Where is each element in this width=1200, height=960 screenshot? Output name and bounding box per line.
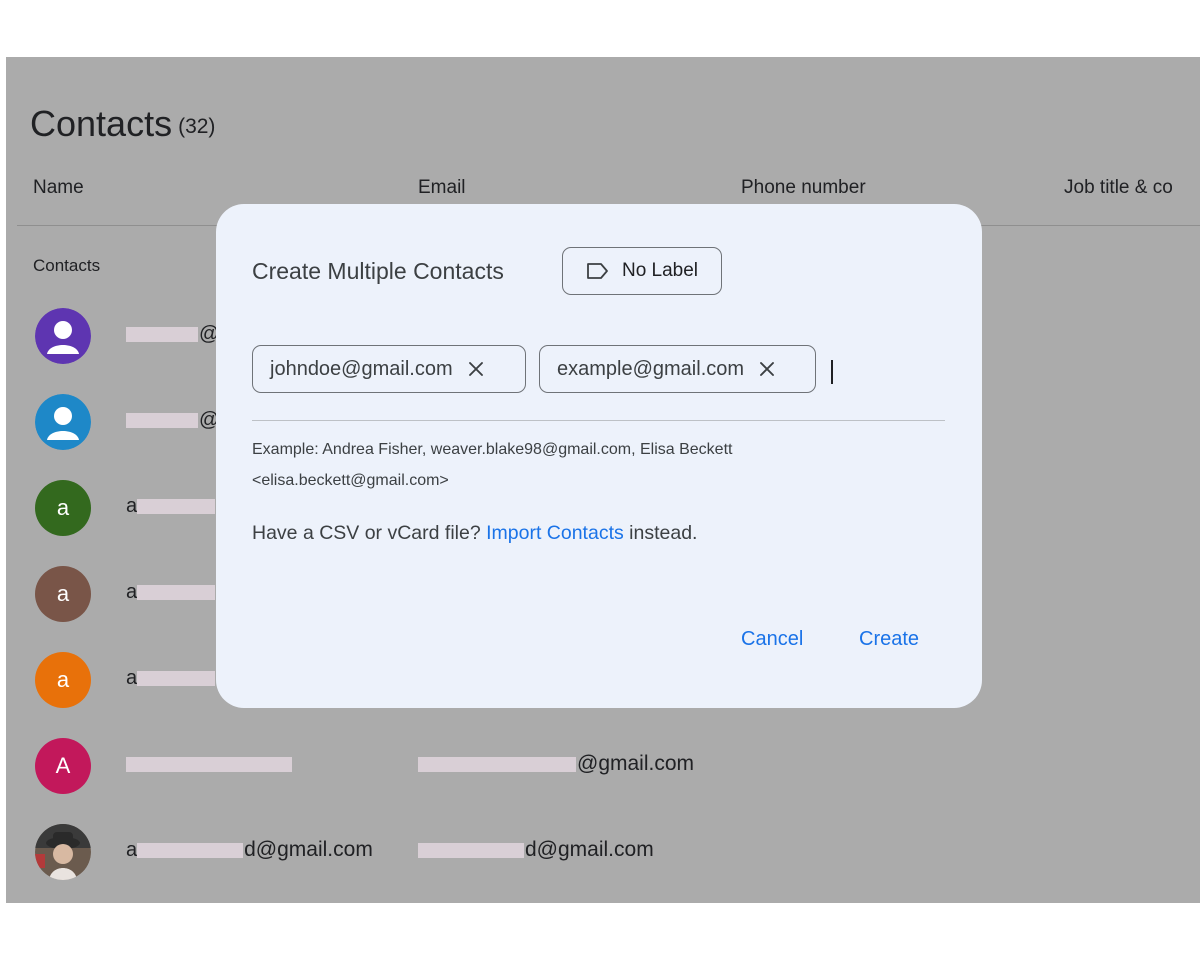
contact-row[interactable]: A @gmail.com: [6, 738, 1200, 798]
import-hint-suffix: instead.: [629, 522, 698, 544]
contact-email-domain: @gmail.com: [577, 752, 695, 775]
example-hint: Example: Andrea Fisher, weaver.blake98@g…: [252, 441, 733, 489]
label-select-button[interactable]: No Label: [562, 247, 722, 295]
contact-name: a: [126, 666, 216, 690]
contact-name-domain: d@gmail.com: [244, 838, 373, 861]
label-button-text: No Label: [621, 260, 699, 281]
label-outline-icon: [587, 263, 608, 279]
avatar: a: [35, 480, 91, 536]
avatar: A: [35, 738, 91, 794]
input-underline: [252, 420, 945, 421]
chip-label: example@gmail.com: [557, 357, 745, 380]
contact-name: a: [126, 494, 216, 518]
avatar: [35, 308, 91, 364]
column-header-job-title[interactable]: Job title & co: [1064, 177, 1173, 199]
profile-photo-icon: [35, 824, 91, 880]
contact-count: (32): [178, 115, 216, 138]
page-title: Contacts (32): [30, 103, 215, 145]
contact-email: @gmail.com: [418, 752, 694, 776]
contact-name: a: [126, 580, 216, 604]
avatar: [35, 394, 91, 450]
chip-label: johndoe@gmail.com: [270, 357, 453, 380]
contact-name: [126, 752, 293, 776]
import-hint-prefix: Have a CSV or vCard file?: [252, 522, 481, 544]
avatar: [35, 824, 91, 880]
dialog-title: Create Multiple Contacts: [252, 258, 504, 284]
text-input-cursor[interactable]: [831, 360, 833, 384]
avatar: a: [35, 652, 91, 708]
column-header-email[interactable]: Email: [418, 177, 466, 199]
person-icon: [35, 308, 91, 364]
column-header-phone[interactable]: Phone number: [741, 177, 866, 199]
cancel-button[interactable]: Cancel: [741, 628, 803, 651]
section-label: Contacts: [33, 256, 101, 275]
import-hint: Have a CSV or vCard file? Import Contact…: [252, 522, 697, 545]
create-multiple-contacts-dialog: Create Multiple Contacts No Label johndo…: [216, 204, 982, 708]
close-icon[interactable]: [467, 360, 485, 378]
avatar: a: [35, 566, 91, 622]
contact-name: @jl: [126, 322, 228, 346]
close-icon[interactable]: [758, 360, 776, 378]
import-contacts-link[interactable]: Import Contacts: [486, 522, 624, 544]
contact-email-domain: d@gmail.com: [525, 838, 654, 861]
person-icon: [35, 394, 91, 450]
email-chip[interactable]: example@gmail.com: [539, 345, 816, 393]
page-title-text: Contacts: [30, 103, 173, 144]
email-chip[interactable]: johndoe@gmail.com: [252, 345, 526, 393]
column-header-name[interactable]: Name: [33, 177, 84, 199]
contact-row[interactable]: a d@gmail.com d@gmail.com: [6, 824, 1200, 884]
create-button[interactable]: Create: [859, 628, 919, 651]
contact-email: d@gmail.com: [418, 838, 654, 862]
contact-name: @jl: [126, 408, 228, 432]
contact-name: a d@gmail.com: [126, 838, 373, 861]
